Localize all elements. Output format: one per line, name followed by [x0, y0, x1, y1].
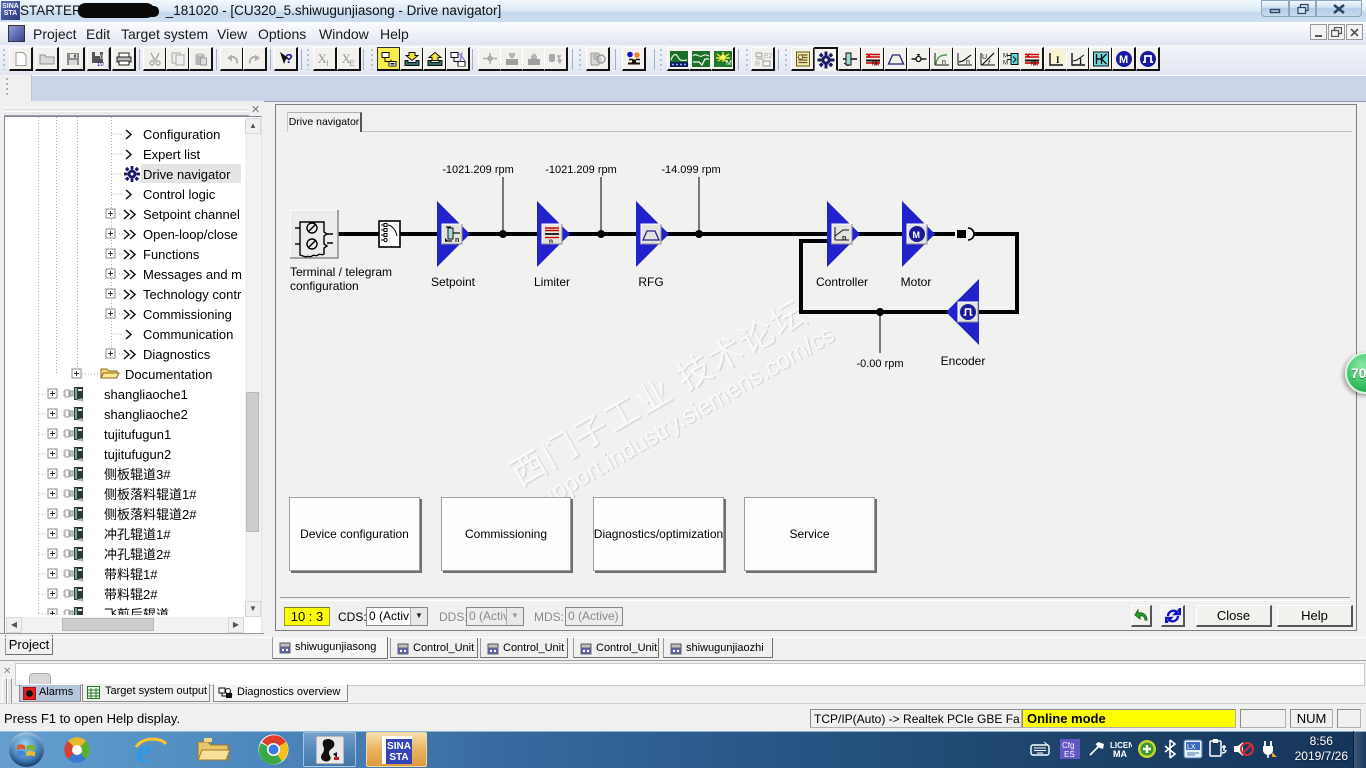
svg-text:n: n: [966, 59, 970, 66]
svg-text:E2: E2: [764, 53, 772, 60]
svg-text:Commissioning: Commissioning: [143, 307, 232, 322]
svg-text:Terminal / telegram: Terminal / telegram: [290, 265, 392, 279]
svg-text:i: i: [600, 55, 602, 64]
svg-text:MA: MA: [1113, 749, 1127, 758]
svg-text:shangliaoche1: shangliaoche1: [104, 387, 188, 402]
svg-text:Controller: Controller: [816, 275, 868, 289]
svg-text:Setpoint: Setpoint: [431, 275, 476, 289]
svg-text:tujitufugun1: tujitufugun1: [104, 427, 171, 442]
svg-text:configuration: configuration: [290, 279, 359, 293]
svg-text:带料辊1#: 带料辊1#: [104, 567, 158, 582]
svg-text:M: M: [872, 61, 877, 65]
svg-text:Configuration: Configuration: [143, 127, 220, 142]
svg-text:U: U: [982, 54, 987, 61]
svg-text:Control logic: Control logic: [143, 187, 216, 202]
svg-text:Motor: Motor: [901, 275, 932, 289]
svg-text:LX: LX: [1187, 744, 1196, 751]
svg-text:E: E: [349, 59, 354, 66]
svg-text:-1021.209 rpm: -1021.209 rpm: [545, 164, 617, 176]
svg-text:01: 01: [100, 55, 107, 61]
svg-text:M: M: [726, 60, 732, 67]
svg-text:Open-loop/close: Open-loop/close: [143, 227, 238, 242]
svg-text:Cfg: Cfg: [1062, 741, 1074, 750]
svg-text:Encoder: Encoder: [941, 354, 986, 368]
svg-text:shangliaoche2: shangliaoche2: [104, 407, 188, 422]
svg-text:M: M: [913, 230, 921, 240]
svg-text:Functions: Functions: [143, 247, 200, 262]
svg-text:n: n: [942, 59, 946, 66]
svg-text:-14.099 rpm: -14.099 rpm: [661, 164, 720, 176]
svg-text:带料辊2#: 带料辊2#: [104, 587, 158, 602]
svg-text:R: R: [755, 61, 760, 67]
svg-text:M: M: [1119, 54, 1128, 66]
svg-text:Expert list: Expert list: [143, 147, 200, 162]
svg-text:Drive navigator: Drive navigator: [143, 167, 231, 182]
svg-text:I: I: [1079, 57, 1082, 66]
svg-text:飞剪后辊道: 飞剪后辊道: [104, 607, 169, 615]
svg-text:I: I: [1056, 55, 1060, 65]
svg-text:Diagnostics: Diagnostics: [143, 347, 211, 362]
svg-text:冲孔辊道1#: 冲孔辊道1#: [104, 527, 171, 542]
svg-text:RFG: RFG: [638, 275, 663, 289]
svg-text:n: n: [455, 237, 459, 244]
svg-text:-0.00 rpm: -0.00 rpm: [856, 358, 903, 370]
svg-text:M: M: [1003, 53, 1008, 59]
svg-text:Documentation: Documentation: [125, 367, 212, 382]
svg-text:Technology contr: Technology contr: [143, 287, 242, 302]
svg-text:Setpoint channel: Setpoint channel: [143, 207, 240, 222]
svg-text:I: I: [326, 59, 328, 66]
svg-text:n: n: [842, 235, 846, 242]
svg-text:n: n: [549, 238, 553, 245]
svg-text:冲孔辊道2#: 冲孔辊道2#: [104, 547, 171, 562]
svg-text:M: M: [1031, 61, 1036, 65]
svg-text:?: ?: [285, 51, 293, 66]
svg-text:侧板辊道3#: 侧板辊道3#: [104, 467, 171, 482]
svg-text:Messages and m: Messages and m: [143, 267, 242, 282]
svg-text:ES: ES: [1064, 750, 1075, 759]
svg-text:-1021.209 rpm: -1021.209 rpm: [442, 164, 514, 176]
svg-text:Communication: Communication: [143, 327, 233, 342]
svg-text:tujitufugun2: tujitufugun2: [104, 447, 171, 462]
svg-text:侧板落料辊道2#: 侧板落料辊道2#: [104, 507, 197, 522]
svg-text:10: 10: [97, 62, 104, 67]
svg-text:M: M: [1003, 60, 1008, 66]
svg-text:侧板落料辊道1#: 侧板落料辊道1#: [104, 487, 197, 502]
svg-text:Limiter: Limiter: [534, 275, 570, 289]
